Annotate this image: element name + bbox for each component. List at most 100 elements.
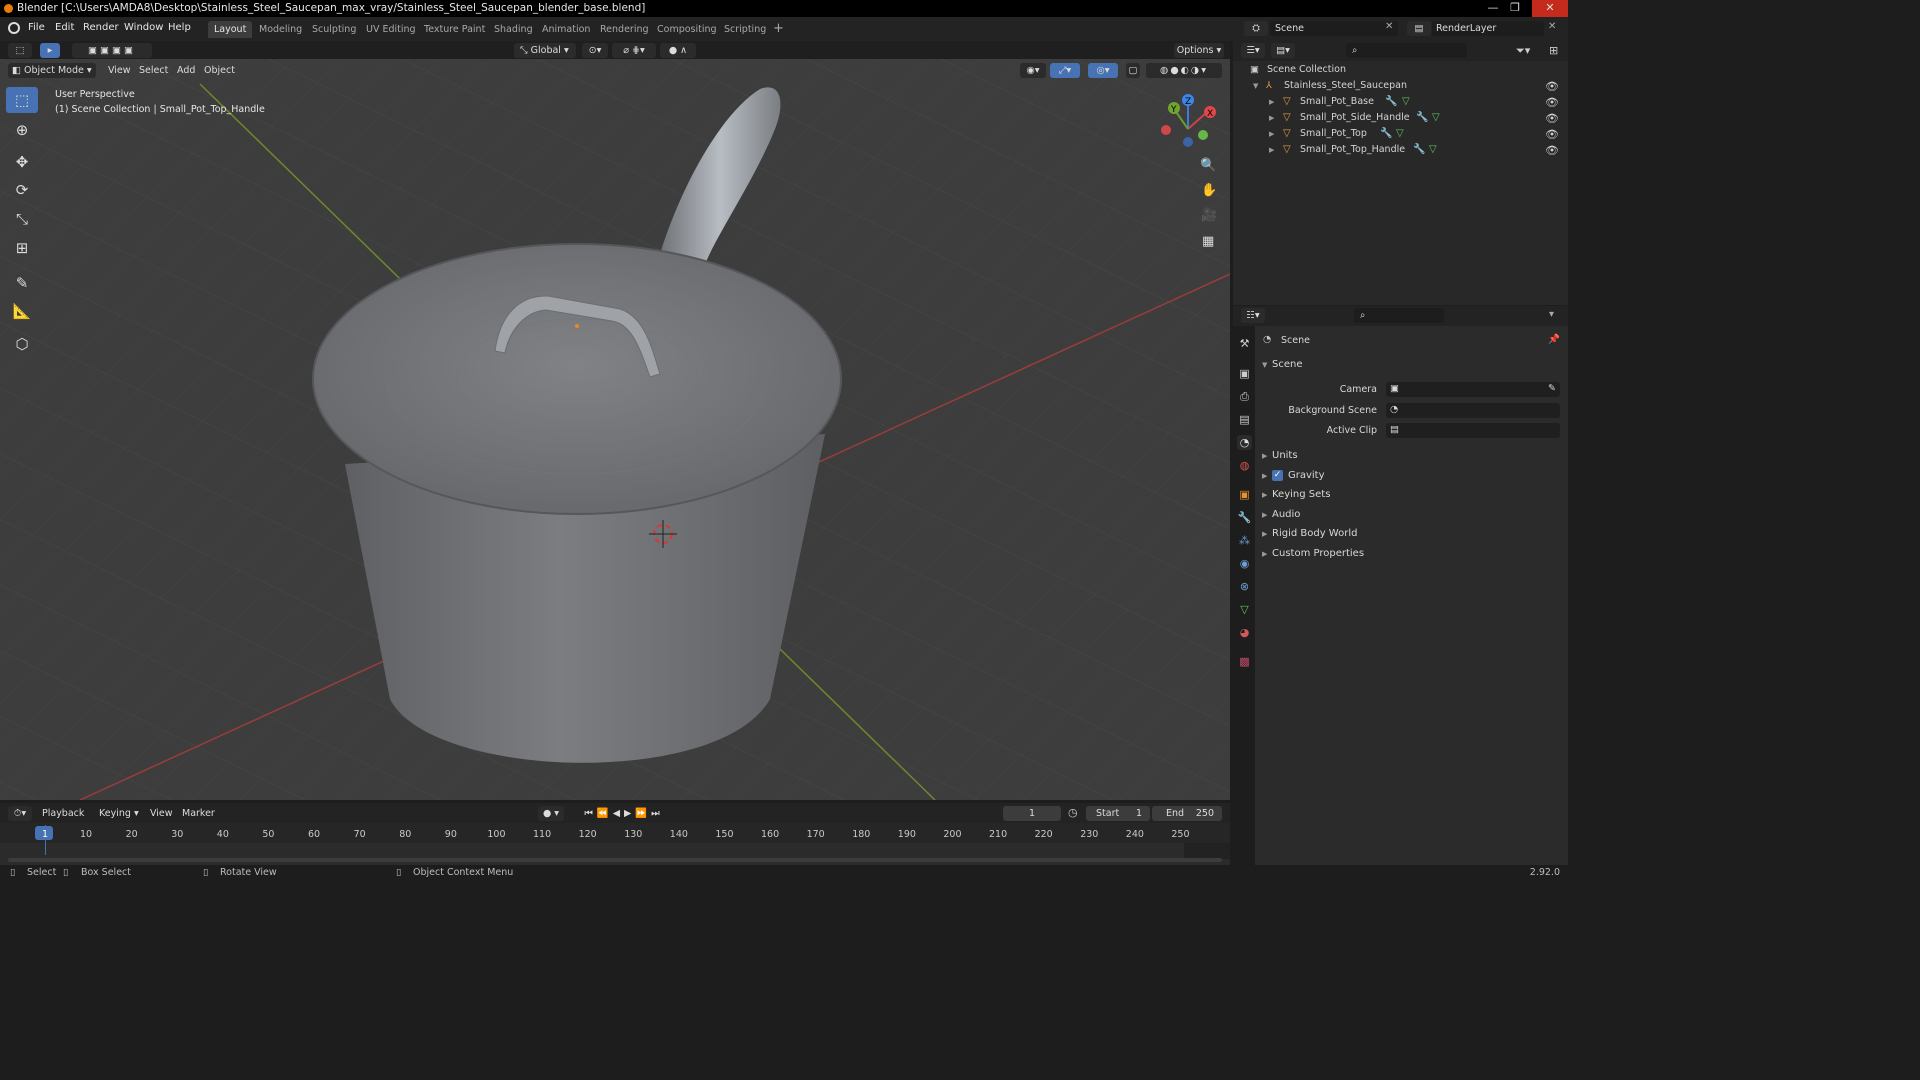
timeline-editor-icon[interactable]: ⏱▾	[8, 806, 32, 821]
expand-right-icon[interactable]: ▶	[1269, 146, 1274, 154]
zoom-icon[interactable]: 🔍	[1200, 158, 1216, 173]
scene-browse-icon[interactable]: ⛭	[1244, 21, 1268, 36]
physics-tab-icon[interactable]: ◉	[1237, 556, 1252, 571]
expand-right-icon[interactable]: ▶	[1269, 98, 1274, 106]
visibility-icon[interactable]: ◉▾	[1020, 63, 1046, 78]
menu-window[interactable]: Window	[124, 22, 163, 33]
menu-render[interactable]: Render	[83, 22, 119, 33]
expand-right-icon[interactable]: ▶	[1269, 130, 1274, 138]
autokey-record-icon[interactable]: ● ▾	[538, 806, 564, 821]
tab-shading[interactable]: Shading	[488, 21, 539, 38]
filter-icon[interactable]: ⏷▾	[1516, 44, 1530, 58]
render-tab-icon[interactable]: ▣	[1237, 366, 1252, 381]
expand-right-icon[interactable]: ▶	[1262, 472, 1267, 480]
world-tab-icon[interactable]: ◍	[1237, 458, 1252, 473]
pivot-point-icon[interactable]: ⊙▾	[582, 43, 608, 58]
add-workspace-button[interactable]: +	[773, 21, 784, 36]
shading-mode-icons[interactable]: ◍●◐◑▾	[1146, 63, 1222, 78]
panel-audio[interactable]: ▶ Audio	[1255, 507, 1568, 525]
expand-down-icon[interactable]: ▼	[1253, 82, 1258, 90]
snap-icon[interactable]: ⌀ ⋕▾	[612, 43, 656, 58]
overlay-toggle-icon[interactable]: ◎▾	[1088, 63, 1118, 78]
panel-gravity[interactable]: ▶ ✓ Gravity	[1255, 468, 1568, 486]
gizmo-toggle-icon[interactable]: ⤢▾	[1050, 63, 1080, 78]
current-frame-field[interactable]: 1	[1003, 806, 1061, 821]
scene-tab-icon[interactable]: ◔	[1237, 435, 1252, 450]
annotate-tool-icon[interactable]: ✎	[6, 270, 38, 296]
select-box-tool-icon[interactable]: ⬚	[6, 87, 38, 113]
menu-view[interactable]: View	[102, 63, 137, 78]
timeline-scrollbar[interactable]	[8, 858, 1222, 862]
visibility-eye-icon[interactable]: 👁	[1545, 128, 1559, 141]
cursor-tool-icon[interactable]: ⊕	[6, 117, 38, 143]
tab-texture-paint[interactable]: Texture Paint	[418, 21, 491, 38]
minimize-button[interactable]: —	[1482, 0, 1504, 17]
navigation-gizmo[interactable]: X Z Y	[1156, 89, 1226, 159]
options-dropdown[interactable]: Options ▾	[1174, 43, 1224, 58]
move-tool-icon[interactable]: ✥	[6, 149, 38, 175]
rotate-tool-icon[interactable]: ⟳	[6, 177, 38, 203]
keying-menu[interactable]: Keying ▾	[96, 806, 140, 821]
transform-tool-icon[interactable]: ⊞	[6, 235, 38, 261]
gravity-checkbox[interactable]: ✓	[1272, 470, 1283, 481]
blender-menu-icon[interactable]	[8, 22, 20, 34]
expand-right-icon[interactable]: ▶	[1262, 511, 1267, 519]
selection-mode-icons[interactable]: ▣▣▣▣	[72, 43, 152, 58]
outliner-row-object[interactable]: ▶ ▽ Small_Pot_Top 🔧 ▽ 👁	[1233, 126, 1568, 142]
measure-tool-icon[interactable]: 📐	[6, 298, 38, 324]
view-layer-browse-icon[interactable]: ▤	[1407, 21, 1431, 36]
visibility-eye-icon[interactable]: 👁	[1545, 96, 1559, 109]
data-tab-icon[interactable]: ▽	[1237, 602, 1252, 617]
material-tab-icon[interactable]: ◕	[1237, 625, 1252, 640]
outliner-editor-icon[interactable]: ☰▾	[1241, 43, 1265, 58]
tab-layout[interactable]: Layout	[208, 21, 253, 38]
visibility-eye-icon[interactable]: 👁	[1545, 144, 1559, 157]
panel-units[interactable]: ▶ Units	[1255, 448, 1568, 466]
perspective-toggle-icon[interactable]: ▦	[1202, 234, 1214, 249]
constraints-tab-icon[interactable]: ⊗	[1237, 579, 1252, 594]
tab-scripting[interactable]: Scripting	[718, 21, 772, 38]
maximize-button[interactable]: ❐	[1504, 0, 1526, 17]
display-mode-icon[interactable]: ▤▾	[1271, 43, 1295, 58]
menu-select[interactable]: Select	[133, 63, 174, 78]
menu-file[interactable]: File	[28, 22, 45, 33]
scale-tool-icon[interactable]: ⤡	[6, 206, 38, 232]
output-tab-icon[interactable]: ⎙	[1237, 389, 1252, 404]
mode-dropdown[interactable]: ◧ Object Mode ▾	[8, 63, 96, 78]
tab-sculpting[interactable]: Sculpting	[306, 21, 362, 38]
new-collection-icon[interactable]: ⊞	[1549, 44, 1558, 57]
modifier-tab-icon[interactable]: 🔧	[1237, 510, 1252, 525]
panel-scene-header[interactable]: ▼ Scene	[1255, 357, 1568, 375]
expand-down-icon[interactable]: ▼	[1262, 361, 1267, 369]
particles-tab-icon[interactable]: ⁂	[1237, 533, 1252, 548]
playback-controls[interactable]: ⏮⏪◀▶⏩⏭	[576, 806, 672, 821]
outliner-row-collection[interactable]: ▼ ⅄ Stainless_Steel_Saucepan 👁	[1233, 78, 1568, 94]
timeline[interactable]: 1 10 20 30 40 50 60 70 80 90 100 110 120 130 140 150 160…	[0, 823, 1230, 867]
eyedropper-icon[interactable]: ✎	[1548, 383, 1556, 394]
tab-modeling[interactable]: Modeling	[253, 21, 308, 38]
visibility-eye-icon[interactable]: 👁	[1545, 112, 1559, 125]
panel-keying-sets[interactable]: ▶ Keying Sets	[1255, 487, 1568, 505]
properties-options-icon[interactable]: ▾	[1549, 309, 1554, 320]
pin-icon[interactable]: 📌	[1548, 334, 1560, 345]
tab-animation[interactable]: Animation	[536, 21, 596, 38]
visibility-eye-icon[interactable]: 👁	[1545, 80, 1559, 93]
menu-object[interactable]: Object	[198, 63, 241, 78]
properties-search-input[interactable]: ⌕	[1354, 308, 1444, 323]
panel-custom-properties[interactable]: ▶ Custom Properties	[1255, 546, 1568, 564]
tab-uv-editing[interactable]: UV Editing	[360, 21, 422, 38]
playback-menu[interactable]: Playback ▾	[38, 806, 92, 834]
xray-icon[interactable]: ▢	[1126, 63, 1140, 78]
tab-rendering[interactable]: Rendering	[594, 21, 655, 38]
start-frame-field[interactable]: Start 1	[1086, 806, 1150, 821]
add-cube-tool-icon[interactable]: ⬡	[6, 331, 38, 357]
expand-right-icon[interactable]: ▶	[1269, 114, 1274, 122]
camera-field[interactable]: ▣ ✎	[1386, 382, 1560, 397]
menu-edit[interactable]: Edit	[55, 22, 74, 33]
background-scene-field[interactable]: ◔	[1386, 403, 1560, 418]
scene-selector[interactable]: Scene	[1270, 21, 1398, 36]
expand-right-icon[interactable]: ▶	[1262, 530, 1267, 538]
proportional-edit-icon[interactable]: ● ∧	[660, 43, 696, 58]
camera-view-icon[interactable]: 🎥	[1201, 208, 1217, 223]
scene-remove-icon[interactable]: ✕	[1385, 21, 1393, 32]
